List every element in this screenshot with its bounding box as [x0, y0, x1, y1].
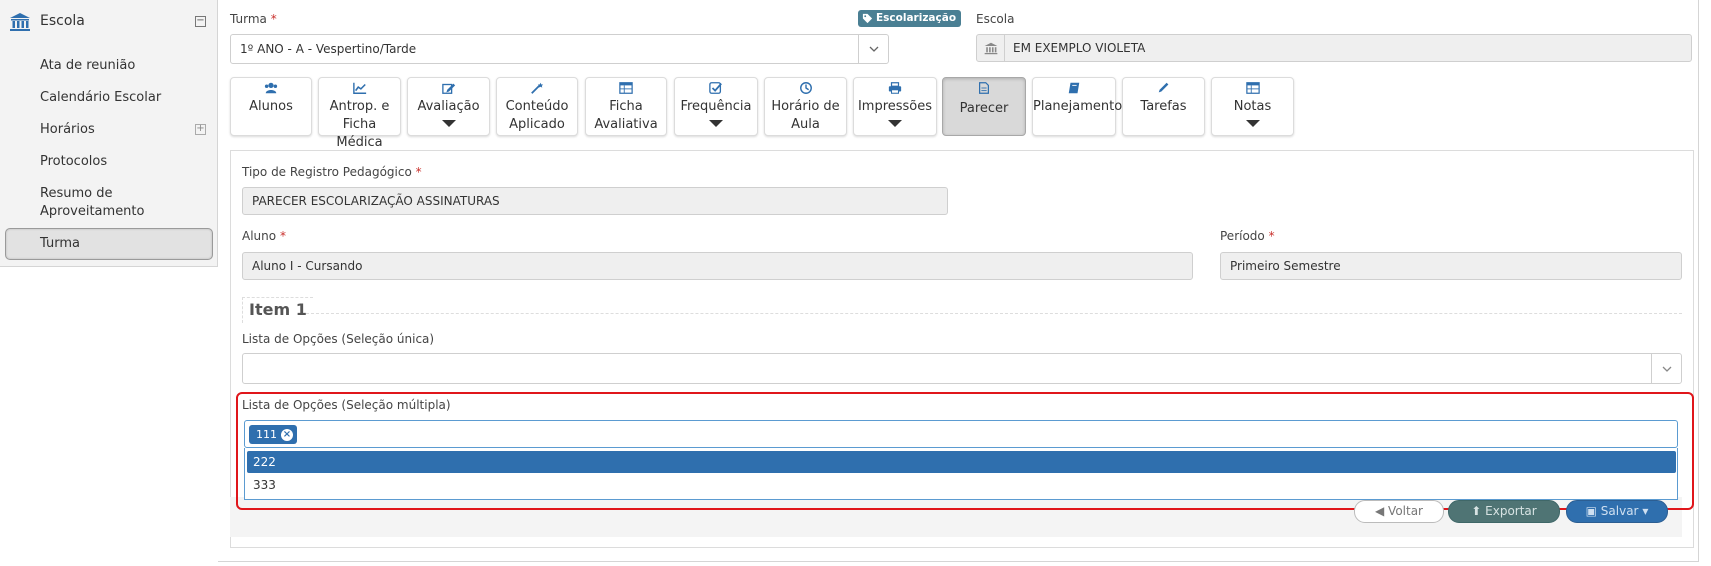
sidebar-item-turma[interactable]: Turma — [5, 228, 213, 260]
sidebar-item-resumo-de-aproveitamento[interactable]: Resumo de Aproveitamento — [40, 185, 160, 221]
caret-down-icon — [888, 120, 902, 127]
periodo-label: Período * — [1220, 229, 1275, 243]
alunos-button[interactable]: Alunos — [230, 77, 312, 136]
periodo-field: Primeiro Semestre — [1220, 252, 1682, 280]
lista-unica-select[interactable] — [242, 353, 1682, 384]
edit-icon — [408, 81, 489, 96]
sidebar-item-label: Horários — [40, 122, 95, 137]
arrow-left-icon: ◀ — [1375, 504, 1389, 518]
impressoes-button[interactable]: Impressões — [853, 77, 937, 136]
conteudo-aplicado-button[interactable]: Conteúdo Aplicado — [496, 77, 578, 136]
item-title: Item 1 — [242, 297, 313, 323]
tag-icon — [862, 13, 873, 24]
turma-select[interactable]: 1º ANO - A - Vespertino/Tarde — [230, 34, 889, 64]
voltar-button[interactable]: ◀ Voltar — [1354, 500, 1444, 523]
book-icon — [1033, 81, 1115, 96]
ficha-avaliativa-button[interactable]: Ficha Avaliativa — [585, 77, 667, 136]
sidebar-item-ata-de-reuniao[interactable]: Ata de reunião — [40, 57, 200, 75]
tarefas-button[interactable]: Tarefas — [1122, 77, 1205, 136]
main-content: Turma * Escolarização 1º ANO - A - Vespe… — [218, 0, 1711, 566]
options-dropdown: 222 333 — [244, 448, 1678, 500]
notas-button[interactable]: Notas — [1211, 77, 1294, 136]
file-icon — [943, 81, 1025, 96]
turma-value: 1º ANO - A - Vespertino/Tarde — [240, 42, 417, 56]
tipo-registro-label: Tipo de Registro Pedagógico * — [242, 165, 422, 179]
sidebar-item-horarios[interactable]: Horários + — [40, 121, 206, 139]
caret-down-icon: ▾ — [1638, 504, 1649, 518]
check-square-icon — [675, 81, 757, 96]
option-item[interactable]: 333 — [247, 474, 1676, 496]
exportar-button[interactable]: ⬆ Exportar — [1448, 500, 1560, 523]
avaliacao-button[interactable]: Avaliação — [407, 77, 490, 136]
sidebar-item-label: Turma — [40, 236, 80, 251]
bank-icon — [977, 35, 1005, 61]
turma-label: Turma * — [230, 12, 277, 26]
divider — [306, 313, 1682, 314]
sidebar: Escola − Ata de reunião Calendário Escol… — [0, 0, 218, 267]
aluno-field: Aluno I - Cursando — [242, 252, 1193, 280]
sidebar-title: Escola — [40, 13, 85, 29]
caret-down-icon — [709, 120, 723, 127]
parecer-button[interactable]: Parecer — [942, 77, 1026, 136]
line-chart-icon — [319, 81, 400, 96]
antrop-ficha-medica-button[interactable]: Antrop. e Ficha Médica — [318, 77, 401, 150]
horario-de-aula-button[interactable]: Horário de Aula — [764, 77, 847, 136]
caret-down-icon — [1245, 120, 1260, 127]
users-icon — [231, 81, 311, 96]
escolarizacao-badge: Escolarização — [858, 10, 962, 27]
chevron-down-icon[interactable] — [1651, 354, 1681, 383]
lista-multipla-input[interactable]: 111 × — [244, 420, 1678, 448]
escola-label: Escola — [976, 12, 1015, 26]
table-icon — [1212, 81, 1293, 96]
expand-icon[interactable]: + — [195, 124, 206, 135]
bank-icon — [9, 12, 31, 32]
planejamento-button[interactable]: Planejamento — [1032, 77, 1122, 136]
collapse-icon[interactable]: − — [195, 16, 206, 27]
aluno-label: Aluno * — [242, 229, 286, 243]
tipo-registro-field: PARECER ESCOLARIZAÇÃO ASSINATURAS — [242, 187, 948, 215]
sidebar-item-protocolos[interactable]: Protocolos — [40, 153, 200, 171]
sidebar-item-calendario-escolar[interactable]: Calendário Escolar — [40, 89, 200, 107]
upload-icon: ⬆ — [1471, 504, 1486, 518]
print-icon — [854, 81, 936, 96]
clock-icon — [765, 81, 846, 96]
selected-chip: 111 × — [249, 425, 297, 444]
lista-multipla-label: Lista de Opções (Seleção múltipla) — [242, 398, 451, 412]
sidebar-header[interactable]: Escola − — [0, 0, 218, 44]
caret-down-icon — [441, 120, 456, 127]
lista-unica-label: Lista de Opções (Seleção única) — [242, 332, 435, 346]
pencil-icon — [1123, 81, 1204, 96]
remove-icon[interactable]: × — [281, 428, 293, 441]
escola-value: EM EXEMPLO VIOLETA — [1013, 41, 1146, 55]
escola-field: EM EXEMPLO VIOLETA — [976, 34, 1692, 62]
frequencia-button[interactable]: Frequência — [674, 77, 758, 136]
save-icon: ▣ — [1585, 504, 1601, 518]
salvar-button[interactable]: ▣ Salvar ▾ — [1566, 500, 1668, 523]
option-item[interactable]: 222 — [247, 451, 1676, 473]
app-root: Escola − Ata de reunião Calendário Escol… — [0, 0, 1711, 566]
table-icon — [586, 81, 666, 96]
chevron-down-icon[interactable] — [858, 35, 888, 63]
magic-wand-icon — [497, 81, 577, 96]
